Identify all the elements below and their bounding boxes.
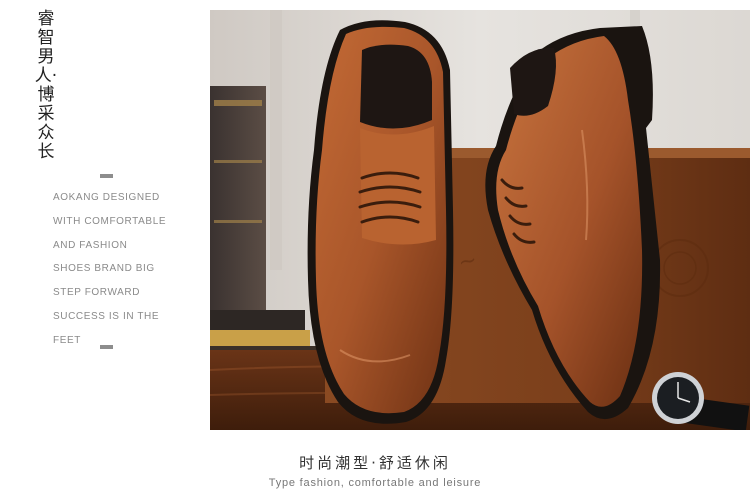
slogan-line: FEET: [53, 334, 81, 346]
caption-chinese: 时尚潮型·舒适休闲: [299, 454, 451, 472]
vertical-brand-title: 睿智男人·博采众长: [34, 9, 58, 162]
divider-bottom: [100, 345, 113, 349]
product-photo: ~: [210, 10, 750, 430]
left-shoe: [307, 20, 454, 424]
caption-english: Type fashion, comfortable and leisure: [268, 477, 482, 489]
divider-top: [100, 174, 113, 178]
slogan-line: SHOES BRAND BIG: [53, 263, 155, 275]
slogan-line: SUCCESS IS IN THE: [53, 310, 160, 322]
slogan-line: WITH COMFORTABLE: [53, 215, 167, 227]
slogan-line: AOKANG DESIGNED: [53, 192, 160, 203]
slogan-line: STEP FORWARD: [53, 287, 141, 299]
slogan-line: AND FASHION: [53, 239, 128, 251]
slogan-list: AOKANG DESIGNED WITH COMFORTABLE AND FAS…: [53, 186, 166, 353]
